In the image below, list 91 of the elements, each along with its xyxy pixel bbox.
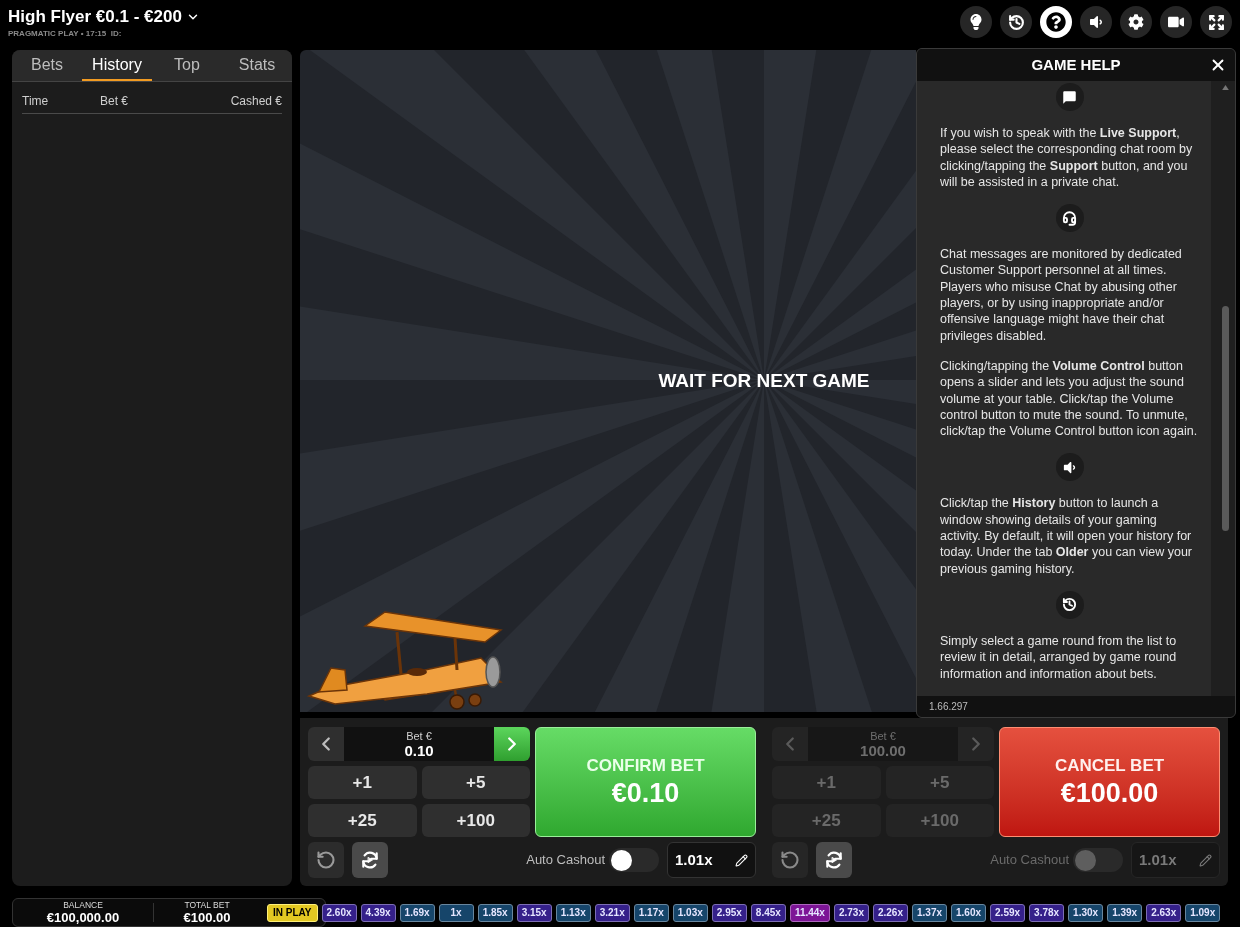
undo-button[interactable] [308, 842, 344, 878]
add-amount-button[interactable]: +100 [421, 804, 530, 837]
total-bet-label: TOTAL BET [184, 900, 230, 910]
add-amount-button[interactable]: +1 [308, 766, 417, 799]
multiplier-chip: 1.39x [1107, 903, 1143, 922]
multiplier-chip: 2.95x [711, 903, 747, 922]
game-title-dropdown[interactable]: High Flyer €0.1 - €200 [8, 8, 200, 25]
speaker-icon [1088, 14, 1104, 30]
multiplier-chip: 1.60x [951, 903, 987, 922]
version-text: 1.66.297 [929, 700, 968, 714]
history-button[interactable] [1000, 6, 1032, 38]
multiplier-chip: 3.15x [516, 903, 552, 922]
speaker-icon [1055, 453, 1084, 482]
column-header: Cashed € [230, 93, 282, 110]
multiplier-chip: 1.09x [1185, 903, 1221, 922]
autoplay-icon [824, 850, 844, 870]
auto-cashout-label: Auto Cashout [990, 851, 1069, 870]
bet-label-text: Bet € [406, 730, 432, 742]
autoplay-button[interactable] [816, 842, 852, 878]
help-button[interactable] [1040, 6, 1072, 38]
multiplier-chip: 1.30x [1068, 903, 1104, 922]
multiplier-chip: 1.69x [399, 903, 435, 922]
help-paragraph: If you wish to speak with the Live Support, please select the corresponding chat room by clicking/tapping the Support button, and you will be assisted in a private chat. [940, 125, 1194, 191]
video-camera-icon [1168, 14, 1184, 30]
scrollbar-thumb[interactable] [1222, 306, 1229, 531]
bet-amount-value: 100.00 [860, 742, 906, 758]
balance-label: BALANCE [63, 900, 103, 910]
sound-button[interactable] [1080, 6, 1112, 38]
autoplay-icon [360, 850, 380, 870]
fullscreen-icon [1207, 13, 1225, 31]
multiplier-chip: 11.44x [789, 903, 830, 922]
tab[interactable]: Top [152, 50, 222, 81]
undo-icon [316, 850, 336, 870]
help-title: GAME HELP [1031, 54, 1121, 75]
autoplay-button[interactable] [352, 842, 388, 878]
bet-amount-value: 0.10 [404, 742, 434, 758]
auto-cashout-toggle[interactable] [609, 848, 659, 872]
undo-button[interactable] [772, 842, 808, 878]
pencil-icon [1199, 853, 1212, 867]
multiplier-chip: 1x [438, 903, 474, 922]
help-paragraph: Click/tap the History button to launch a window showing details of your gaming activity. By default, it will open your history for today. Under the tab Older you can view your previous gaming history. [940, 495, 1193, 577]
increase-bet-button[interactable] [494, 727, 530, 761]
multiplier-chip: 2.60x [321, 903, 357, 922]
multiplier-chip: 1.85x [477, 903, 513, 922]
undo-icon [780, 850, 800, 870]
column-header: Bet € [100, 93, 129, 110]
help-icon [1046, 12, 1066, 32]
settings-icon [1128, 14, 1144, 30]
multiplier-chip: 3.78x [1029, 903, 1065, 922]
add-amount-button[interactable]: +25 [308, 804, 417, 837]
multiplier-chip: 1.17x [633, 903, 669, 922]
chat-bubble-icon [1055, 83, 1084, 111]
balance-value: €100,000.00 [46, 911, 120, 925]
scroll-up-arrow-icon[interactable] [1222, 85, 1229, 90]
game-status-text: WAIT FOR NEXT GAME [658, 368, 870, 393]
settings-button[interactable] [1120, 6, 1152, 38]
help-paragraph: Clicking/tapping the Volume Control button opens a slider and lets you adjust the sound volume at your table. Click/tap the Volume control button to mute the sound. To unmute, click/tap the Volume Control button icon again. [940, 357, 1199, 440]
multiplier-value: 1.01x [675, 849, 713, 870]
provider-info-text: PRAGMATIC PLAY • 17:15 ID: [8, 28, 123, 40]
history-icon [1055, 590, 1084, 619]
tab[interactable]: Stats [222, 50, 292, 81]
multiplier-chip: 2.59x [990, 903, 1026, 922]
multiplier-chip: 2.63x [1146, 903, 1182, 922]
multiplier-chip: 3.21x [594, 903, 630, 922]
bet-amount-field[interactable]: Bet € 0.10 [344, 727, 494, 761]
multiplier-chip: 2.73x [833, 903, 869, 922]
multiplier-field[interactable]: 1.01x [667, 842, 756, 878]
add-amount-button[interactable]: +5 [421, 766, 530, 799]
multiplier-chip: 8.45x [750, 903, 786, 922]
total-bet-value: €100.00 [183, 911, 231, 925]
pencil-icon [735, 853, 748, 867]
help-paragraph: Simply select a game round from the list to review it in detail, arranged by game round information and information about bets. [940, 632, 1178, 682]
fullscreen-button[interactable] [1200, 6, 1232, 38]
video-button[interactable] [1160, 6, 1192, 38]
decrease-bet-button[interactable] [308, 727, 344, 761]
multiplier-chip: 2.26x [872, 903, 908, 922]
lightbulb-icon [968, 14, 984, 30]
multiplier-chip: 1.13x [555, 903, 591, 922]
column-header: Time [22, 93, 50, 110]
tab[interactable]: Bets [12, 50, 82, 81]
history-icon [1007, 13, 1025, 31]
multiplier-chip: 1.37x [912, 903, 947, 922]
multiplier-value: 1.01x [1139, 849, 1177, 870]
tab[interactable]: History [82, 50, 152, 81]
headset-icon [1055, 204, 1084, 233]
multiplier-chip: 1.03x [672, 903, 708, 922]
multiplier-chip: 4.39x [360, 903, 396, 922]
auto-cashout-label: Auto Cashout [526, 851, 605, 870]
bet-label-text: Bet € [870, 730, 896, 742]
help-paragraph: Chat messages are monitored by dedicated Customer Support personnel at all times. Players who misuse Chat by abusing other players, or by using inappropriate and/or offensive language might have their chat privileges disabled. [940, 246, 1183, 344]
tips-button[interactable] [960, 6, 992, 38]
